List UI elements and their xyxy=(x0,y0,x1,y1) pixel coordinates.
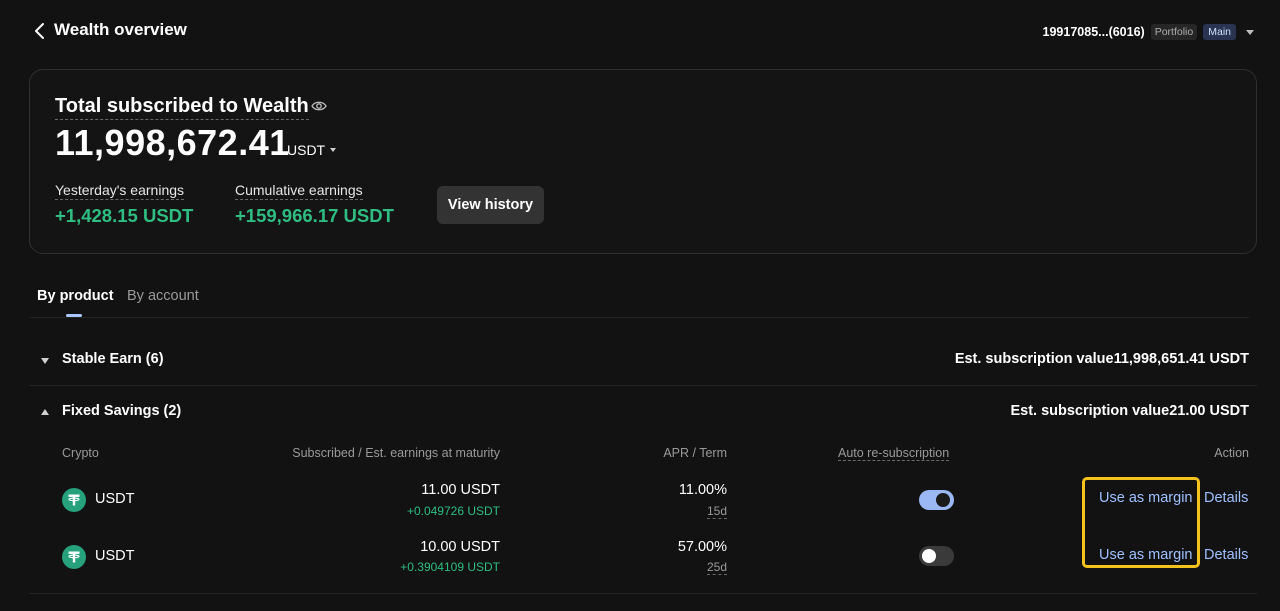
column-crypto: Crypto xyxy=(62,446,99,460)
currency-label: USDT xyxy=(287,142,326,158)
currency-select[interactable]: USDT xyxy=(287,142,337,158)
summary-card: Total subscribed to Wealth 11,998,672.41… xyxy=(29,69,1257,254)
column-auto-resubscription[interactable]: Auto re-subscription xyxy=(838,446,950,461)
term-value[interactable]: 25d xyxy=(706,560,727,575)
eye-icon[interactable] xyxy=(311,100,327,112)
term-value[interactable]: 15d xyxy=(706,504,727,519)
details-link[interactable]: Details xyxy=(1204,490,1248,506)
est-amount: 11,998,651.41 USDT xyxy=(1113,351,1249,367)
table-row: USDT 10.00 USDT +0.3904109 USDT 57.00% 2… xyxy=(29,536,1257,592)
chevron-down-icon xyxy=(1246,29,1254,35)
est-label: Est. subscription value xyxy=(1010,403,1170,419)
coin-name: USDT xyxy=(95,548,135,564)
toggle-knob xyxy=(922,549,936,563)
est-amount: 21.00 USDT xyxy=(1169,403,1249,419)
table-row: USDT 11.00 USDT +0.049726 USDT 11.00% 15… xyxy=(29,478,1257,534)
subscribed-amount: 10.00 USDT xyxy=(420,539,500,555)
est-label: Est. subscription value xyxy=(954,351,1114,367)
apr-value: 57.00% xyxy=(677,539,727,555)
divider xyxy=(29,593,1257,594)
group-est-value: Est. subscription value21.00 USDT xyxy=(1010,403,1249,419)
expand-caret-icon[interactable] xyxy=(41,358,49,364)
tab-by-product[interactable]: By product xyxy=(37,288,114,304)
group-est-value: Est. subscription value11,998,651.41 USD… xyxy=(955,351,1249,367)
subscribed-amount: 11.00 USDT xyxy=(421,482,500,498)
total-amount: 11,998,672.41 xyxy=(55,122,290,163)
tab-by-account[interactable]: By account xyxy=(127,288,199,304)
yesterday-earnings-label[interactable]: Yesterday's earnings xyxy=(55,182,185,200)
auto-resubscribe-toggle[interactable] xyxy=(919,546,954,566)
use-as-margin-link[interactable]: Use as margin xyxy=(1099,547,1192,563)
view-history-button[interactable]: View history xyxy=(437,186,544,224)
view-tabs: By product By account xyxy=(29,280,1249,318)
column-subscribed: Subscribed / Est. earnings at maturity xyxy=(292,446,500,460)
table-header: Crypto Subscribed / Est. earnings at mat… xyxy=(29,440,1257,468)
cumulative-earnings-value: +159,966.17 USDT xyxy=(235,205,394,226)
account-main-badge: Main xyxy=(1203,24,1236,40)
chevron-down-icon xyxy=(330,148,337,152)
apr-value: 11.00% xyxy=(678,482,727,498)
details-link[interactable]: Details xyxy=(1204,547,1248,563)
chevron-left-icon[interactable] xyxy=(32,22,48,40)
page-title: Wealth overview xyxy=(54,20,187,39)
tether-icon xyxy=(62,545,86,569)
cumulative-earnings-label[interactable]: Cumulative earnings xyxy=(235,182,363,200)
account-type-tag: Portfolio xyxy=(1150,24,1198,40)
group-stable-earn[interactable]: Stable Earn (6) Est. subscription value1… xyxy=(29,336,1257,386)
group-fixed-savings[interactable]: Fixed Savings (2) Est. subscription valu… xyxy=(29,388,1257,438)
column-apr-term: APR / Term xyxy=(663,446,727,460)
yesterday-earnings-value: +1,428.15 USDT xyxy=(55,205,194,226)
total-subscribed-title[interactable]: Total subscribed to Wealth xyxy=(55,95,309,120)
top-bar: Wealth overview 19917085...(6016) Portfo… xyxy=(0,0,1280,62)
use-as-margin-link[interactable]: Use as margin xyxy=(1099,490,1192,506)
toggle-knob xyxy=(936,493,950,507)
group-name[interactable]: Fixed Savings (2) xyxy=(62,403,181,419)
est-earnings: +0.3904109 USDT xyxy=(400,560,500,574)
coin-name: USDT xyxy=(95,491,135,507)
active-tab-indicator xyxy=(66,314,82,317)
account-id: 19917085...(6016) xyxy=(1042,25,1145,39)
tether-icon xyxy=(62,488,86,512)
collapse-caret-icon[interactable] xyxy=(41,409,49,415)
account-switcher[interactable]: 19917085...(6016) Portfolio Main xyxy=(1043,22,1254,42)
auto-resubscribe-toggle[interactable] xyxy=(919,490,954,510)
group-name[interactable]: Stable Earn (6) xyxy=(62,351,164,367)
est-earnings: +0.049726 USDT xyxy=(406,504,500,518)
column-action: Action xyxy=(1214,446,1249,460)
